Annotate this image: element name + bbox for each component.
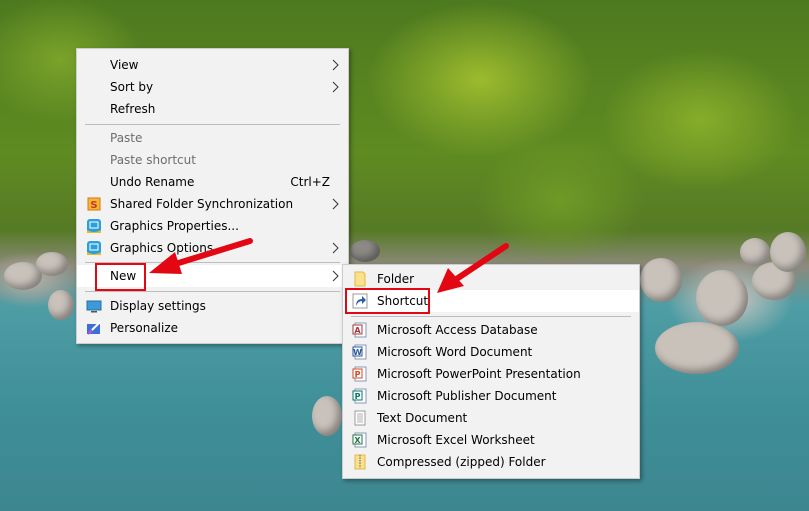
menu-item-label: Shared Folder Synchronization — [110, 197, 294, 211]
rock — [655, 322, 739, 374]
shared-folder-sync-icon: S — [87, 197, 101, 211]
submenu-item-word[interactable]: W Microsoft Word Document — [343, 341, 639, 363]
word-icon: W — [352, 344, 367, 360]
menu-item-label: Microsoft Access Database — [377, 323, 538, 337]
powerpoint-icon: P — [352, 366, 367, 382]
rock — [36, 252, 68, 276]
menu-item-refresh[interactable]: Refresh — [77, 98, 348, 120]
chevron-right-icon — [332, 59, 339, 71]
svg-text:X: X — [354, 436, 361, 445]
chevron-right-icon — [332, 270, 339, 282]
intel-graphics-icon — [87, 219, 101, 233]
excel-icon: X — [352, 432, 367, 448]
menu-item-personalize[interactable]: Personalize — [77, 317, 348, 339]
submenu-item-zip-folder[interactable]: Compressed (zipped) Folder — [343, 451, 639, 473]
menu-item-label: Graphics Properties... — [110, 219, 239, 233]
submenu-item-excel[interactable]: X Microsoft Excel Worksheet — [343, 429, 639, 451]
menu-item-label: View — [110, 58, 139, 72]
text-document-icon — [354, 410, 366, 426]
svg-text:A: A — [354, 326, 361, 335]
chevron-right-icon — [332, 242, 339, 254]
access-icon: A — [352, 322, 367, 338]
personalize-icon — [87, 321, 101, 335]
rock — [48, 290, 74, 320]
svg-text:P: P — [355, 392, 361, 401]
menu-item-sort-by[interactable]: Sort by — [77, 76, 348, 98]
submenu-item-publisher[interactable]: P Microsoft Publisher Document — [343, 385, 639, 407]
menu-item-label: Microsoft Publisher Document — [377, 389, 557, 403]
intel-graphics-icon — [87, 241, 101, 255]
svg-text:P: P — [355, 370, 361, 379]
menu-item-label: Undo Rename — [110, 175, 195, 189]
menu-item-label: Compressed (zipped) Folder — [377, 455, 546, 469]
menu-separator — [85, 124, 340, 125]
rock — [740, 238, 770, 266]
menu-item-undo-rename[interactable]: Undo Rename Ctrl+Z — [77, 171, 348, 193]
display-settings-icon — [86, 300, 102, 313]
rock — [770, 232, 806, 272]
zip-folder-icon — [354, 454, 366, 470]
chevron-right-icon — [332, 81, 339, 93]
submenu-item-folder[interactable]: Folder — [343, 268, 639, 290]
menu-separator — [85, 291, 340, 292]
rock — [696, 270, 748, 326]
desktop-context-menu: View Sort by Refresh Paste Paste shortcu… — [76, 48, 349, 344]
menu-item-shared-folder-sync[interactable]: S Shared Folder Synchronization — [77, 193, 348, 215]
menu-item-label: Sort by — [110, 80, 154, 94]
menu-item-label: Microsoft PowerPoint Presentation — [377, 367, 581, 381]
menu-item-graphics-options[interactable]: Graphics Options — [77, 237, 348, 259]
highlight-box-shortcut — [345, 288, 430, 314]
menu-item-view[interactable]: View — [77, 54, 348, 76]
rock — [350, 240, 380, 262]
publisher-icon: P — [352, 388, 367, 404]
svg-text:W: W — [353, 348, 362, 357]
submenu-item-text-document[interactable]: Text Document — [343, 407, 639, 429]
rock — [640, 258, 682, 302]
rock — [312, 396, 342, 436]
chevron-right-icon — [332, 198, 339, 210]
menu-item-label: Microsoft Excel Worksheet — [377, 433, 535, 447]
menu-item-label: Graphics Options — [110, 241, 214, 255]
svg-text:S: S — [90, 200, 97, 211]
menu-item-graphics-properties[interactable]: Graphics Properties... — [77, 215, 348, 237]
menu-item-label: Microsoft Word Document — [377, 345, 533, 359]
highlight-box-new — [95, 263, 146, 291]
menu-item-label: Refresh — [110, 102, 156, 116]
keyboard-shortcut: Ctrl+Z — [290, 175, 330, 189]
menu-item-display-settings[interactable]: Display settings — [77, 295, 348, 317]
menu-item-label: Text Document — [377, 411, 468, 425]
submenu-item-access[interactable]: A Microsoft Access Database — [343, 319, 639, 341]
menu-item-label: Personalize — [110, 321, 179, 335]
menu-item-paste-shortcut[interactable]: Paste shortcut — [77, 149, 348, 171]
menu-item-label: Display settings — [110, 299, 206, 313]
menu-item-label: Folder — [377, 272, 415, 286]
menu-separator — [351, 316, 631, 317]
menu-item-label: Paste — [110, 131, 143, 145]
folder-icon — [354, 271, 366, 287]
menu-item-paste[interactable]: Paste — [77, 127, 348, 149]
menu-item-label: Paste shortcut — [110, 153, 196, 167]
submenu-item-powerpoint[interactable]: P Microsoft PowerPoint Presentation — [343, 363, 639, 385]
